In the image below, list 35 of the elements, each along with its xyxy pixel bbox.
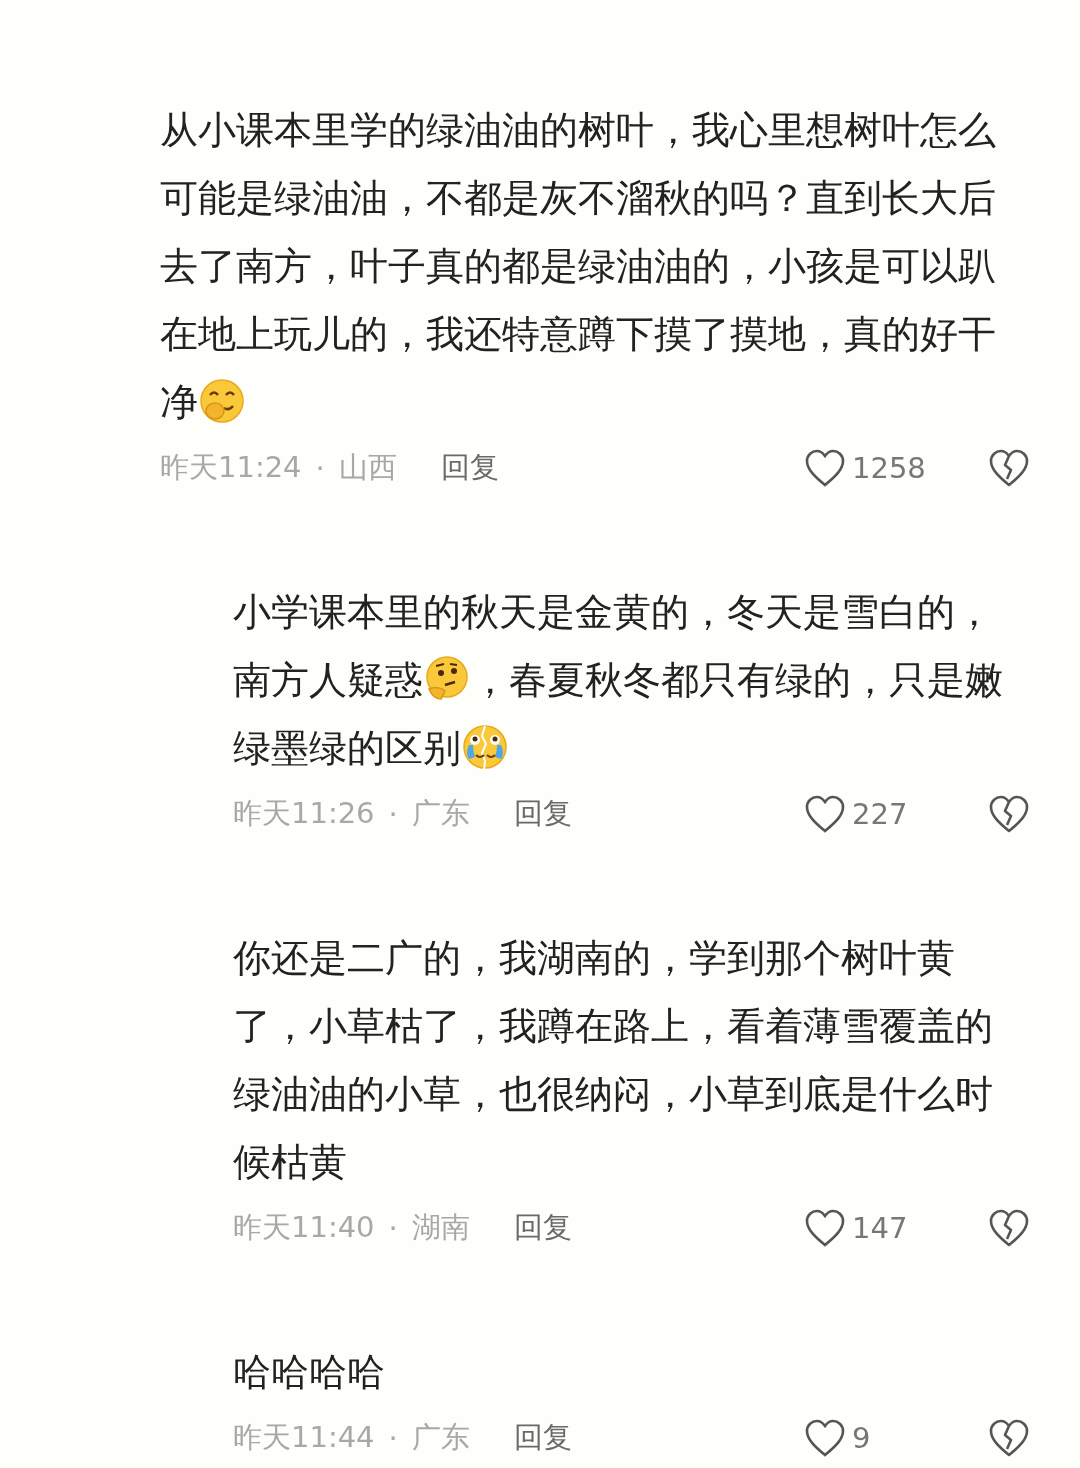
like-count: 1258	[852, 451, 927, 485]
separator-dot: ·	[315, 451, 325, 485]
comment-text: 从小课本里学的绿油油的树叶，我心里想树叶怎么 可能是绿油油，不都是灰不溜秋的吗？直到长大后 去了南方，叶子真的都是绿油油的，小孩是可以趴 在地上玩儿的，我还特意蹲下摸了摸地，真的好干 净	[160, 107, 997, 427]
broken-heart-icon[interactable]	[988, 1418, 1030, 1458]
like-icon[interactable]	[804, 794, 846, 834]
comment-time: 昨天11:26	[233, 795, 375, 832]
thinking-face-icon	[423, 655, 471, 703]
comment-time: 昨天11:24	[160, 449, 302, 486]
comment-text: 哈哈哈哈	[233, 1349, 386, 1396]
like-icon[interactable]	[804, 1418, 846, 1458]
separator-dot: ·	[388, 1421, 398, 1455]
like-count: 9	[852, 1421, 872, 1455]
broken-heart-icon[interactable]	[988, 794, 1030, 834]
reply-link[interactable]: 回复	[513, 794, 572, 834]
separator-dot: ·	[388, 1211, 398, 1245]
broken-heart-icon[interactable]	[988, 448, 1030, 488]
comment-time: 昨天11:40	[233, 1209, 375, 1246]
reply-link[interactable]: 回复	[513, 1208, 572, 1248]
comment-text: 小学课本里的秋天是金黄的，冬天是雪白的， 南方人疑惑 ，春夏秋冬都只有绿的，只是嫩 绿墨绿的区别	[233, 589, 1004, 773]
broken-heart-icon[interactable]	[988, 1208, 1030, 1248]
comment-text: 你还是二广的，我湖南的，学到那个树叶黄 了，小草枯了，我蹲在路上，看着薄雪覆盖的 绿油油的小草，也很纳闷，小草到底是什么时 候枯黄	[233, 935, 994, 1186]
comment-location: 广东	[411, 795, 470, 832]
comment-location: 广东	[411, 1419, 470, 1456]
crying-face-icon	[461, 723, 509, 771]
comment-location: 湖南	[411, 1209, 470, 1246]
like-count: 147	[852, 1211, 909, 1245]
like-icon[interactable]	[804, 448, 846, 488]
like-icon[interactable]	[804, 1208, 846, 1248]
smiling-face-icon	[198, 377, 246, 425]
reply-link[interactable]: 回复	[440, 448, 499, 488]
comment-time: 昨天11:44	[233, 1419, 375, 1456]
comment-location: 山西	[338, 449, 397, 486]
separator-dot: ·	[388, 797, 398, 831]
reply-link[interactable]: 回复	[513, 1418, 572, 1458]
like-count: 227	[852, 797, 909, 831]
